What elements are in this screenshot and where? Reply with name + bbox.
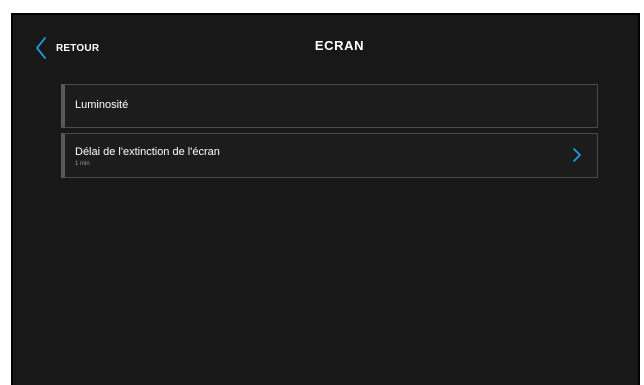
settings-item-label: Luminosité [75,99,129,111]
settings-item-screen-timeout[interactable]: Délai de l'extinction de l'écran 1 min [61,133,598,178]
screen: RETOUR ECRAN Luminosité Délai de l'extin… [11,13,640,385]
settings-item-value: 1 min [75,161,90,167]
device-frame: RETOUR ECRAN Luminosité Délai de l'extin… [0,0,644,385]
settings-item-brightness[interactable]: Luminosité [61,84,598,128]
settings-list: Luminosité Délai de l'extinction de l'éc… [61,84,598,183]
chevron-right-icon [573,148,581,162]
settings-item-label: Délai de l'extinction de l'écran [75,146,220,158]
page-title: ECRAN [314,38,365,53]
